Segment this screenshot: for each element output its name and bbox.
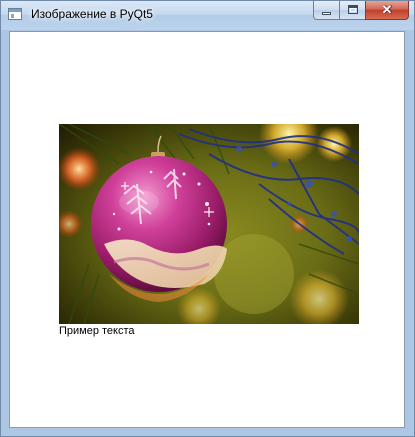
minimize-button[interactable] bbox=[313, 1, 339, 20]
window-title: Изображение в PyQt5 bbox=[31, 7, 153, 21]
app-window-icon[interactable] bbox=[8, 8, 22, 20]
close-button[interactable]: ✕ bbox=[365, 1, 409, 20]
text-label: Пример текста bbox=[59, 325, 135, 337]
caption-buttons: ✕ bbox=[313, 1, 409, 21]
minimize-icon bbox=[322, 12, 331, 15]
close-icon: ✕ bbox=[381, 2, 393, 17]
maximize-button[interactable] bbox=[339, 1, 365, 20]
title-bar[interactable]: Изображение в PyQt5 ✕ bbox=[1, 1, 414, 30]
maximize-icon bbox=[348, 5, 358, 14]
app-window: Изображение в PyQt5 ✕ Пример текста bbox=[0, 0, 415, 437]
christmas-ornament-photo bbox=[59, 124, 359, 324]
client-area: Пример текста bbox=[9, 31, 405, 428]
